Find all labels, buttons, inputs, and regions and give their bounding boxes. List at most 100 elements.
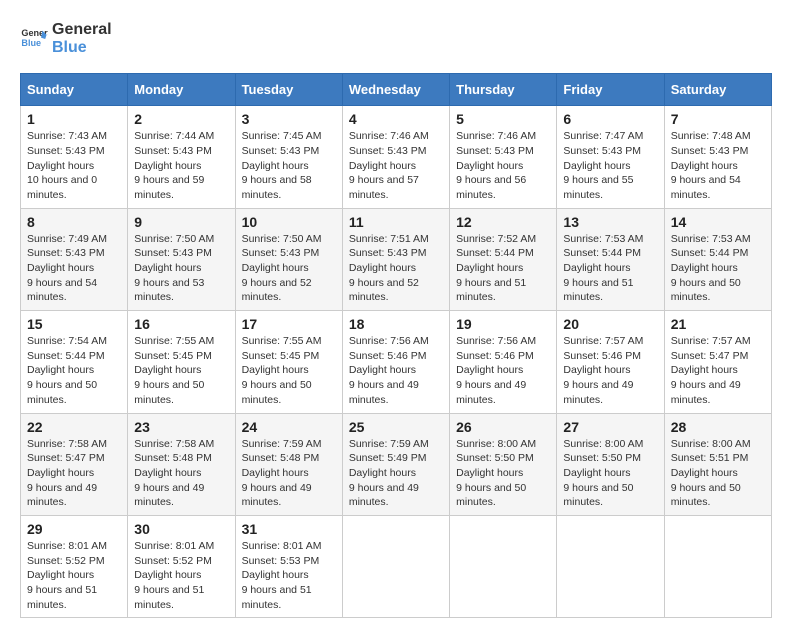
day-info: Sunrise: 7:51 AM Sunset: 5:43 PM Dayligh… (349, 232, 443, 305)
calendar-cell (664, 515, 771, 617)
day-info: Sunrise: 8:00 AM Sunset: 5:50 PM Dayligh… (563, 437, 657, 510)
day-info: Sunrise: 7:55 AM Sunset: 5:45 PM Dayligh… (242, 334, 336, 407)
calendar-cell: 20 Sunrise: 7:57 AM Sunset: 5:46 PM Dayl… (557, 311, 664, 413)
day-info: Sunrise: 7:50 AM Sunset: 5:43 PM Dayligh… (134, 232, 228, 305)
day-number: 18 (349, 316, 443, 332)
day-number: 14 (671, 214, 765, 230)
svg-text:Blue: Blue (21, 38, 41, 48)
page-header: General Blue General Blue (20, 20, 772, 57)
weekday-header-friday: Friday (557, 74, 664, 106)
day-number: 16 (134, 316, 228, 332)
day-number: 21 (671, 316, 765, 332)
calendar-cell: 6 Sunrise: 7:47 AM Sunset: 5:43 PM Dayli… (557, 106, 664, 208)
calendar-cell: 3 Sunrise: 7:45 AM Sunset: 5:43 PM Dayli… (235, 106, 342, 208)
day-info: Sunrise: 7:58 AM Sunset: 5:47 PM Dayligh… (27, 437, 121, 510)
day-info: Sunrise: 7:56 AM Sunset: 5:46 PM Dayligh… (456, 334, 550, 407)
calendar-cell: 11 Sunrise: 7:51 AM Sunset: 5:43 PM Dayl… (342, 208, 449, 310)
day-number: 25 (349, 419, 443, 435)
day-number: 27 (563, 419, 657, 435)
calendar-cell: 9 Sunrise: 7:50 AM Sunset: 5:43 PM Dayli… (128, 208, 235, 310)
calendar-cell (342, 515, 449, 617)
calendar-cell: 24 Sunrise: 7:59 AM Sunset: 5:48 PM Dayl… (235, 413, 342, 515)
day-info: Sunrise: 8:01 AM Sunset: 5:52 PM Dayligh… (27, 539, 121, 612)
calendar-cell: 16 Sunrise: 7:55 AM Sunset: 5:45 PM Dayl… (128, 311, 235, 413)
weekday-header-saturday: Saturday (664, 74, 771, 106)
calendar-cell: 1 Sunrise: 7:43 AM Sunset: 5:43 PM Dayli… (21, 106, 128, 208)
calendar-cell: 31 Sunrise: 8:01 AM Sunset: 5:53 PM Dayl… (235, 515, 342, 617)
day-number: 22 (27, 419, 121, 435)
calendar-cell (557, 515, 664, 617)
weekday-header-sunday: Sunday (21, 74, 128, 106)
day-info: Sunrise: 7:44 AM Sunset: 5:43 PM Dayligh… (134, 129, 228, 202)
day-info: Sunrise: 8:00 AM Sunset: 5:50 PM Dayligh… (456, 437, 550, 510)
calendar-cell: 15 Sunrise: 7:54 AM Sunset: 5:44 PM Dayl… (21, 311, 128, 413)
calendar-week-2: 8 Sunrise: 7:49 AM Sunset: 5:43 PM Dayli… (21, 208, 772, 310)
day-info: Sunrise: 7:54 AM Sunset: 5:44 PM Dayligh… (27, 334, 121, 407)
logo-blue: Blue (52, 39, 87, 56)
day-number: 13 (563, 214, 657, 230)
day-info: Sunrise: 7:53 AM Sunset: 5:44 PM Dayligh… (563, 232, 657, 305)
day-number: 6 (563, 111, 657, 127)
day-number: 28 (671, 419, 765, 435)
calendar-week-4: 22 Sunrise: 7:58 AM Sunset: 5:47 PM Dayl… (21, 413, 772, 515)
day-number: 19 (456, 316, 550, 332)
day-info: Sunrise: 7:43 AM Sunset: 5:43 PM Dayligh… (27, 129, 121, 202)
calendar-cell: 12 Sunrise: 7:52 AM Sunset: 5:44 PM Dayl… (450, 208, 557, 310)
calendar-cell: 19 Sunrise: 7:56 AM Sunset: 5:46 PM Dayl… (450, 311, 557, 413)
day-number: 30 (134, 521, 228, 537)
day-info: Sunrise: 7:46 AM Sunset: 5:43 PM Dayligh… (349, 129, 443, 202)
day-info: Sunrise: 7:53 AM Sunset: 5:44 PM Dayligh… (671, 232, 765, 305)
day-number: 15 (27, 316, 121, 332)
day-number: 5 (456, 111, 550, 127)
day-number: 1 (27, 111, 121, 127)
day-number: 2 (134, 111, 228, 127)
day-info: Sunrise: 7:49 AM Sunset: 5:43 PM Dayligh… (27, 232, 121, 305)
day-info: Sunrise: 8:00 AM Sunset: 5:51 PM Dayligh… (671, 437, 765, 510)
day-info: Sunrise: 7:57 AM Sunset: 5:47 PM Dayligh… (671, 334, 765, 407)
day-number: 29 (27, 521, 121, 537)
calendar-cell: 4 Sunrise: 7:46 AM Sunset: 5:43 PM Dayli… (342, 106, 449, 208)
day-number: 12 (456, 214, 550, 230)
calendar-cell: 29 Sunrise: 8:01 AM Sunset: 5:52 PM Dayl… (21, 515, 128, 617)
day-info: Sunrise: 7:58 AM Sunset: 5:48 PM Dayligh… (134, 437, 228, 510)
day-number: 9 (134, 214, 228, 230)
calendar-cell: 26 Sunrise: 8:00 AM Sunset: 5:50 PM Dayl… (450, 413, 557, 515)
calendar-cell: 28 Sunrise: 8:00 AM Sunset: 5:51 PM Dayl… (664, 413, 771, 515)
day-info: Sunrise: 7:56 AM Sunset: 5:46 PM Dayligh… (349, 334, 443, 407)
day-number: 3 (242, 111, 336, 127)
calendar-cell: 25 Sunrise: 7:59 AM Sunset: 5:49 PM Dayl… (342, 413, 449, 515)
calendar-cell: 27 Sunrise: 8:00 AM Sunset: 5:50 PM Dayl… (557, 413, 664, 515)
weekday-header-wednesday: Wednesday (342, 74, 449, 106)
weekday-header-thursday: Thursday (450, 74, 557, 106)
day-number: 10 (242, 214, 336, 230)
day-info: Sunrise: 7:59 AM Sunset: 5:49 PM Dayligh… (349, 437, 443, 510)
day-number: 20 (563, 316, 657, 332)
calendar-cell: 17 Sunrise: 7:55 AM Sunset: 5:45 PM Dayl… (235, 311, 342, 413)
day-number: 11 (349, 214, 443, 230)
weekday-header-monday: Monday (128, 74, 235, 106)
day-number: 26 (456, 419, 550, 435)
day-number: 17 (242, 316, 336, 332)
day-number: 23 (134, 419, 228, 435)
calendar-table: SundayMondayTuesdayWednesdayThursdayFrid… (20, 73, 772, 618)
calendar-cell: 21 Sunrise: 7:57 AM Sunset: 5:47 PM Dayl… (664, 311, 771, 413)
day-info: Sunrise: 7:46 AM Sunset: 5:43 PM Dayligh… (456, 129, 550, 202)
logo: General Blue General Blue (20, 20, 112, 57)
day-number: 31 (242, 521, 336, 537)
day-info: Sunrise: 7:47 AM Sunset: 5:43 PM Dayligh… (563, 129, 657, 202)
day-info: Sunrise: 7:45 AM Sunset: 5:43 PM Dayligh… (242, 129, 336, 202)
day-info: Sunrise: 7:59 AM Sunset: 5:48 PM Dayligh… (242, 437, 336, 510)
calendar-cell (450, 515, 557, 617)
calendar-cell: 10 Sunrise: 7:50 AM Sunset: 5:43 PM Dayl… (235, 208, 342, 310)
calendar-cell: 18 Sunrise: 7:56 AM Sunset: 5:46 PM Dayl… (342, 311, 449, 413)
day-info: Sunrise: 7:48 AM Sunset: 5:43 PM Dayligh… (671, 129, 765, 202)
calendar-cell: 14 Sunrise: 7:53 AM Sunset: 5:44 PM Dayl… (664, 208, 771, 310)
day-info: Sunrise: 7:55 AM Sunset: 5:45 PM Dayligh… (134, 334, 228, 407)
day-number: 4 (349, 111, 443, 127)
calendar-cell: 5 Sunrise: 7:46 AM Sunset: 5:43 PM Dayli… (450, 106, 557, 208)
logo-icon: General Blue (20, 25, 48, 53)
day-number: 8 (27, 214, 121, 230)
day-info: Sunrise: 7:50 AM Sunset: 5:43 PM Dayligh… (242, 232, 336, 305)
day-info: Sunrise: 7:52 AM Sunset: 5:44 PM Dayligh… (456, 232, 550, 305)
day-info: Sunrise: 8:01 AM Sunset: 5:53 PM Dayligh… (242, 539, 336, 612)
